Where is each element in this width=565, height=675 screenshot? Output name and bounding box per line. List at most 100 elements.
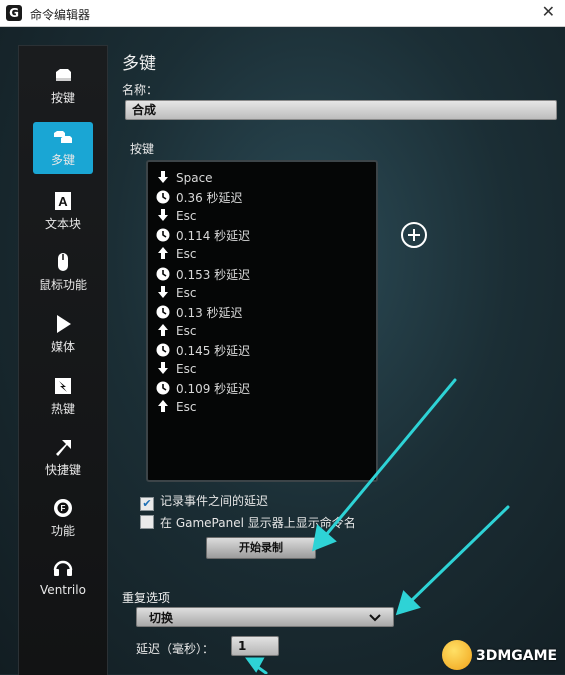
play-icon xyxy=(52,313,74,335)
keystroke-label: Esc xyxy=(176,285,197,300)
shortcut-arrow-icon xyxy=(52,436,74,458)
keystroke-item[interactable]: Esc xyxy=(156,323,196,341)
start-recording-button[interactable]: 开始录制 xyxy=(206,537,316,559)
sidebar-item-ventrilo[interactable]: Ventrilo xyxy=(33,554,93,606)
keystroke-label: 0.114 秒延迟 xyxy=(176,229,251,244)
sidebar-item-text-block[interactable]: A 文本块 xyxy=(33,186,93,238)
sidebar-item-media[interactable]: 媒体 xyxy=(33,309,93,361)
keystroke-label: 0.13 秒延迟 xyxy=(176,305,243,320)
sidebar-item-label: 热键 xyxy=(50,402,75,416)
name-field[interactable]: 合成 xyxy=(125,100,557,120)
keystroke-label: 0.145 秒延迟 xyxy=(176,343,251,358)
hotkey-icon xyxy=(52,375,74,397)
keystroke-item[interactable]: 0.36 秒延迟 xyxy=(156,189,243,207)
show-name-label: 在 GamePanel 显示器上显示命令名 xyxy=(160,516,356,530)
keystroke-label: Space xyxy=(176,171,213,185)
keystroke-list[interactable]: Space 0.36 秒延迟 Esc 0.114 秒延迟 Esc 0.153 秒延迟 Esc… xyxy=(146,160,378,482)
show-name-option[interactable]: 在 GamePanel 显示器上显示命令名 xyxy=(140,514,356,530)
sidebar-item-label: 文本块 xyxy=(44,217,81,231)
sidebar-item-multikey[interactable]: 多键 xyxy=(33,122,93,174)
annotation-arrowhead xyxy=(395,590,421,616)
mouse-icon xyxy=(52,251,74,273)
record-delays-label: 记录事件之间的延迟 xyxy=(160,494,269,508)
close-button[interactable]: ✕ xyxy=(542,2,555,21)
record-delays-option[interactable]: ✔ 记录事件之间的延迟 xyxy=(140,492,269,511)
keystroke-item[interactable]: 0.109 秒延迟 xyxy=(156,380,250,398)
keystroke-label: Esc xyxy=(176,323,197,338)
sidebar: 按键 多键 A 文本块 鼠标功能 媒体 热键 快捷键 F 功能 Ventrilo xyxy=(18,45,108,675)
keystroke-item[interactable]: 0.13 秒延迟 xyxy=(156,304,243,322)
delay-label: 延迟（毫秒）： xyxy=(136,642,215,656)
window-title: 命令编辑器 xyxy=(30,8,91,22)
keystroke-label: 0.36 秒延迟 xyxy=(176,191,243,206)
sidebar-item-function[interactable]: F 功能 xyxy=(33,493,93,545)
keystroke-item[interactable]: Esc xyxy=(156,361,196,379)
sidebar-item-label: 媒体 xyxy=(50,340,75,354)
key-down-arrow-icon xyxy=(156,361,170,375)
sidebar-item-shortcut[interactable]: 快捷键 xyxy=(33,432,93,484)
clock-icon xyxy=(156,305,170,319)
sidebar-item-label: 鼠标功能 xyxy=(38,278,87,292)
sidebar-item-key[interactable]: 按键 xyxy=(33,60,93,112)
chevron-down-icon xyxy=(369,614,381,622)
watermark-badge-icon xyxy=(442,640,472,670)
key-down-arrow-icon xyxy=(156,170,170,184)
annotation-arrow xyxy=(250,661,268,674)
keystroke-label: Esc xyxy=(176,362,197,376)
clock-icon xyxy=(156,381,170,395)
repeat-mode-select[interactable]: 切换 xyxy=(136,607,394,627)
sidebar-item-label: 多键 xyxy=(50,153,75,167)
watermark-text: 3DMGAME xyxy=(476,648,558,664)
keystroke-label: Esc xyxy=(176,247,197,262)
name-label: 名称： xyxy=(122,83,159,97)
annotation-arrowhead xyxy=(245,657,265,673)
sidebar-item-mouse[interactable]: 鼠标功能 xyxy=(33,247,93,299)
clock-icon xyxy=(156,343,170,357)
keystroke-item[interactable]: Esc xyxy=(156,285,196,303)
sidebar-item-label: 功能 xyxy=(50,524,75,538)
keystroke-label: 0.109 秒延迟 xyxy=(176,382,251,397)
title-bar: G 命令编辑器 ✕ xyxy=(0,0,565,27)
logitech-logo: G xyxy=(6,5,22,21)
svg-text:A: A xyxy=(58,194,68,209)
add-keystroke-button[interactable] xyxy=(400,221,428,249)
keystroke-item[interactable]: 0.145 秒延迟 xyxy=(156,342,250,360)
function-icon: F xyxy=(52,497,74,519)
svg-text:F: F xyxy=(61,504,66,513)
editor-body: 按键 多键 A 文本块 鼠标功能 媒体 热键 快捷键 F 功能 Ventrilo… xyxy=(0,27,565,675)
sidebar-item-label: Ventrilo xyxy=(40,583,86,597)
keystroke-item[interactable]: Esc xyxy=(156,399,196,417)
clock-icon xyxy=(156,190,170,204)
repeat-mode-value: 切换 xyxy=(149,611,174,625)
keystroke-label: Esc xyxy=(176,209,197,224)
text-block-icon: A xyxy=(52,190,74,212)
clock-icon xyxy=(156,267,170,281)
clock-icon xyxy=(156,228,170,242)
sidebar-item-label: 快捷键 xyxy=(44,463,81,477)
sidebar-item-hotkey[interactable]: 热键 xyxy=(33,371,93,423)
key-icon xyxy=(52,64,74,86)
show-name-checkbox[interactable] xyxy=(140,515,154,529)
page-title: 多键 xyxy=(122,54,156,74)
key-up-arrow-icon xyxy=(156,323,170,337)
keystroke-item[interactable]: 0.114 秒延迟 xyxy=(156,227,250,245)
key-down-arrow-icon xyxy=(156,285,170,299)
keystroke-item[interactable]: Esc xyxy=(156,208,196,226)
keystroke-item[interactable]: 0.153 秒延迟 xyxy=(156,266,250,284)
keystroke-label: Esc xyxy=(176,400,197,415)
headset-icon xyxy=(52,558,74,580)
key-up-arrow-icon xyxy=(156,246,170,260)
keys-label: 按键 xyxy=(130,142,155,156)
annotation-arrow xyxy=(408,505,510,604)
keystroke-label: 0.153 秒延迟 xyxy=(176,267,251,282)
plus-circle-icon xyxy=(401,222,427,248)
keystroke-item[interactable]: Space xyxy=(156,170,213,188)
key-up-arrow-icon xyxy=(156,399,170,413)
record-delays-checkbox[interactable]: ✔ xyxy=(140,497,154,511)
sidebar-item-label: 按键 xyxy=(50,91,75,105)
annotation-arrowhead xyxy=(312,524,337,552)
repeat-options-title: 重复选项 xyxy=(122,591,171,605)
multikey-icon xyxy=(52,126,74,148)
keystroke-item[interactable]: Esc xyxy=(156,246,196,264)
delay-ms-field[interactable]: 1 xyxy=(231,636,279,656)
